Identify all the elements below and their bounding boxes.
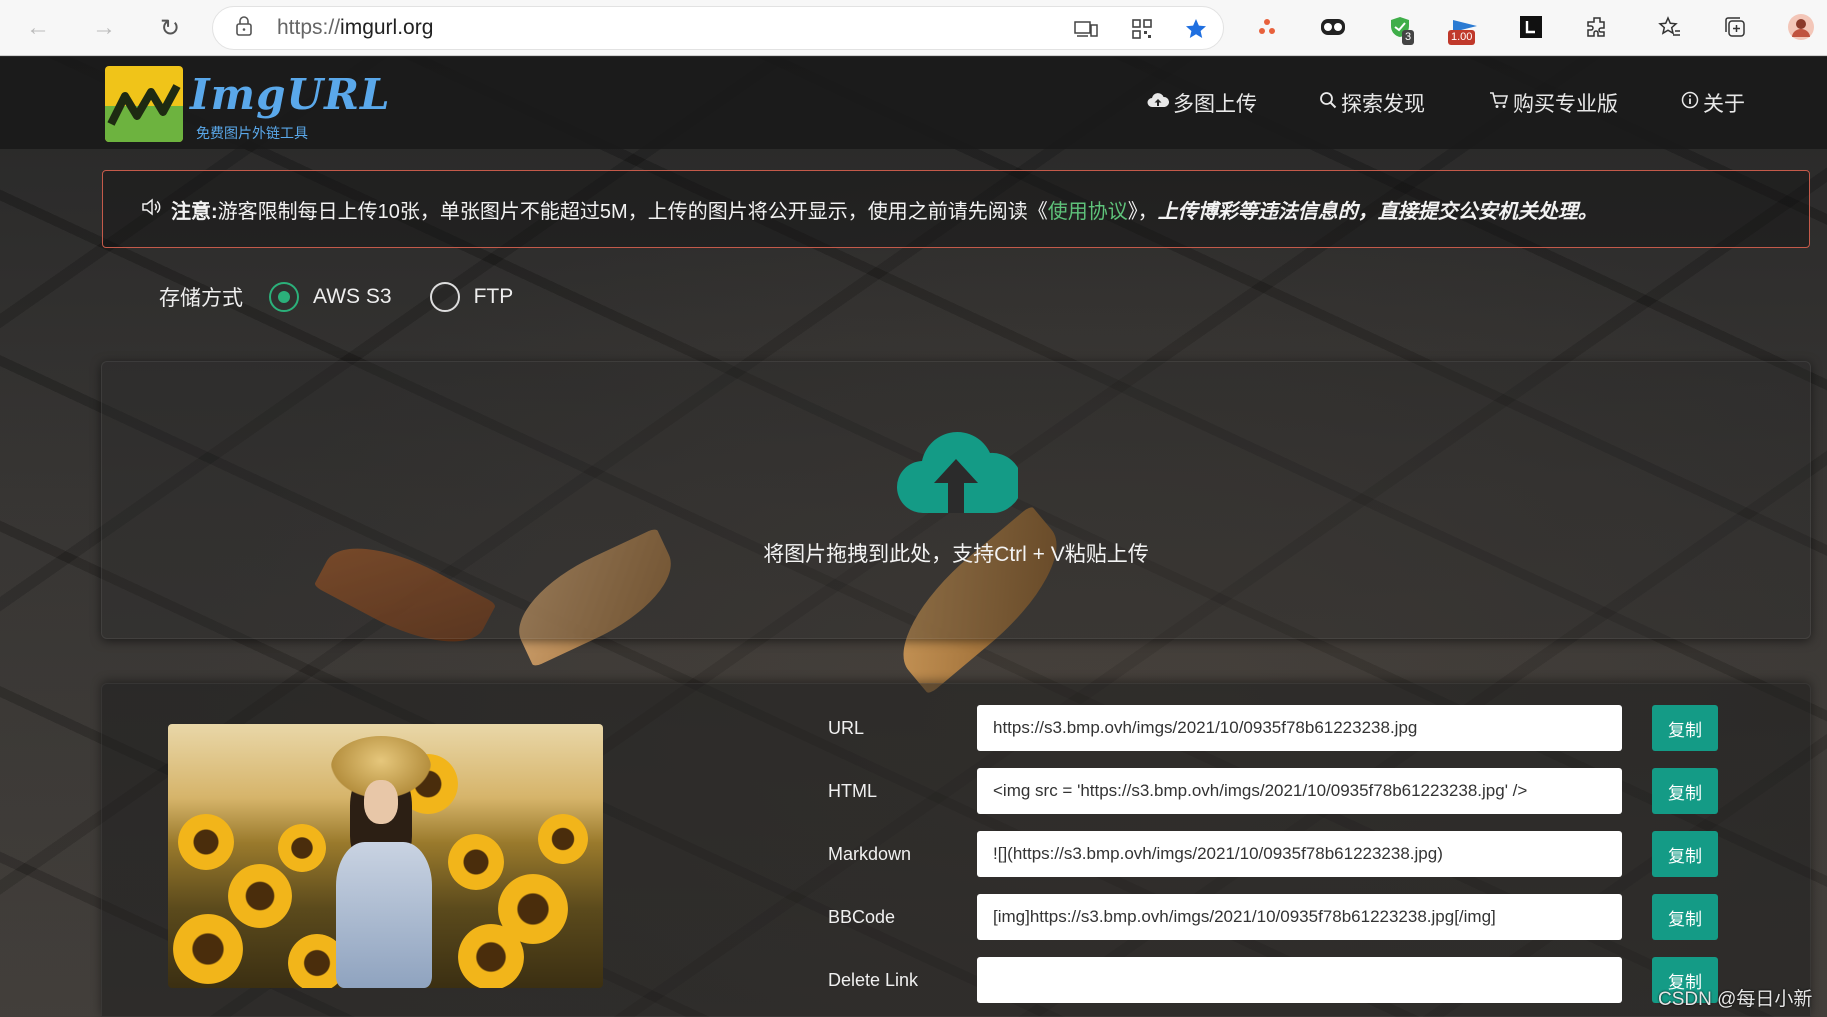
nav-multi-upload-label: 多图上传 bbox=[1173, 93, 1257, 116]
cart-icon bbox=[1489, 91, 1509, 115]
radio-ftp-label[interactable]: FTP bbox=[474, 285, 514, 309]
notice-warning: 上传博彩等违法信息的，直接提交公安机关处理。 bbox=[1157, 200, 1598, 223]
extension-icon[interactable]: 3 bbox=[1385, 12, 1415, 45]
upload-hint: 将图片拖拽到此处，支持Ctrl + V粘贴上传 bbox=[763, 543, 1149, 566]
notice-label: 注意: bbox=[171, 200, 218, 223]
site-logo-subtitle: 免费图片外链工具 bbox=[196, 125, 308, 141]
lock-icon[interactable] bbox=[235, 15, 261, 41]
terms-link[interactable]: 使用协议 bbox=[1048, 195, 1128, 224]
notice-text-after: 》， bbox=[1127, 200, 1158, 223]
bbcode-field[interactable]: [img]https://s3.bmp.ovh/imgs/2021/10/093… bbox=[977, 894, 1622, 940]
nav-about-label: 关于 bbox=[1703, 93, 1745, 116]
speaker-icon bbox=[141, 197, 161, 221]
extension-badge: 3 bbox=[1402, 30, 1415, 45]
radio-aws-s3[interactable] bbox=[269, 282, 299, 312]
collections-icon[interactable] bbox=[1720, 12, 1750, 42]
storage-selector: 存储方式 AWS S3 FTP bbox=[159, 282, 513, 312]
extension-icon[interactable] bbox=[1318, 12, 1348, 42]
row-label-bbcode: BBCode bbox=[828, 907, 896, 927]
star-icon[interactable] bbox=[1183, 16, 1209, 42]
copy-html-button[interactable]: 复制 bbox=[1652, 768, 1718, 814]
site-logo-title[interactable]: ImgURL bbox=[190, 70, 391, 119]
profile-icon[interactable] bbox=[1786, 12, 1816, 42]
extension-icon[interactable] bbox=[1516, 12, 1546, 42]
nav-explore-label: 探索发现 bbox=[1341, 93, 1425, 116]
refresh-icon[interactable]: ↻ bbox=[152, 10, 188, 46]
devices-icon[interactable] bbox=[1073, 16, 1099, 42]
cloud-upload-icon bbox=[894, 429, 1023, 520]
upload-dropzone[interactable]: 将图片拖拽到此处，支持Ctrl + V粘贴上传 bbox=[101, 361, 1811, 639]
row-label-markdown: Markdown bbox=[828, 844, 912, 864]
markdown-field[interactable]: ![](https://s3.bmp.ovh/imgs/2021/10/0935… bbox=[977, 831, 1622, 877]
row-label-html: HTML bbox=[828, 781, 877, 801]
html-field[interactable]: <img src = 'https://s3.bmp.ovh/imgs/2021… bbox=[977, 768, 1622, 814]
extension-icon[interactable]: 1.00 bbox=[1448, 12, 1480, 45]
address-url: https://imgurl.org bbox=[277, 16, 434, 39]
storage-label: 存储方式 bbox=[159, 287, 243, 310]
search-icon bbox=[1319, 91, 1337, 115]
nav-explore[interactable]: 探索发现 bbox=[1319, 88, 1425, 118]
cloud-upload-icon bbox=[1147, 92, 1170, 114]
address-bar[interactable]: https://imgurl.org bbox=[212, 6, 1224, 50]
forward-arrow-icon[interactable]: → bbox=[86, 10, 122, 46]
notice-banner: 注意: 游客限制每日上传10张，单张图片不能超过5M，上传的图片将公开显示，使用… bbox=[102, 170, 1810, 248]
delete-link-field[interactable] bbox=[977, 957, 1622, 1003]
extension-badge: 1.00 bbox=[1448, 30, 1476, 45]
site-logo[interactable] bbox=[105, 66, 183, 142]
row-label-url: URL bbox=[828, 718, 865, 738]
browser-toolbar: ← → ↻ https://imgurl.org 3 1.00 bbox=[0, 0, 1827, 56]
radio-ftp[interactable] bbox=[429, 282, 460, 312]
watermark: CSDN @每日小新 bbox=[1658, 989, 1813, 1010]
extension-icon[interactable] bbox=[1252, 12, 1282, 42]
copy-markdown-button[interactable]: 复制 bbox=[1652, 831, 1718, 877]
nav-buy-pro[interactable]: 购买专业版 bbox=[1489, 88, 1618, 118]
extension-icon[interactable] bbox=[1582, 12, 1612, 42]
nav-multi-upload[interactable]: 多图上传 bbox=[1147, 88, 1257, 118]
nav-buy-pro-label: 购买专业版 bbox=[1513, 93, 1618, 116]
qr-icon[interactable] bbox=[1129, 16, 1155, 42]
favorites-icon[interactable] bbox=[1655, 12, 1685, 42]
info-icon bbox=[1681, 91, 1699, 115]
url-field[interactable]: https://s3.bmp.ovh/imgs/2021/10/0935f78b… bbox=[977, 705, 1622, 751]
copy-bbcode-button[interactable]: 复制 bbox=[1652, 894, 1718, 940]
notice-text: 游客限制每日上传10张，单张图片不能超过5M，上传的图片将公开显示，使用之前请先… bbox=[217, 200, 1048, 223]
nav-about[interactable]: 关于 bbox=[1681, 88, 1745, 118]
copy-url-button[interactable]: 复制 bbox=[1652, 705, 1718, 751]
uploaded-image-preview[interactable] bbox=[168, 724, 603, 988]
back-arrow-icon[interactable]: ← bbox=[20, 10, 56, 46]
radio-aws-s3-label[interactable]: AWS S3 bbox=[313, 285, 392, 309]
row-label-delete-link: Delete Link bbox=[828, 970, 919, 990]
